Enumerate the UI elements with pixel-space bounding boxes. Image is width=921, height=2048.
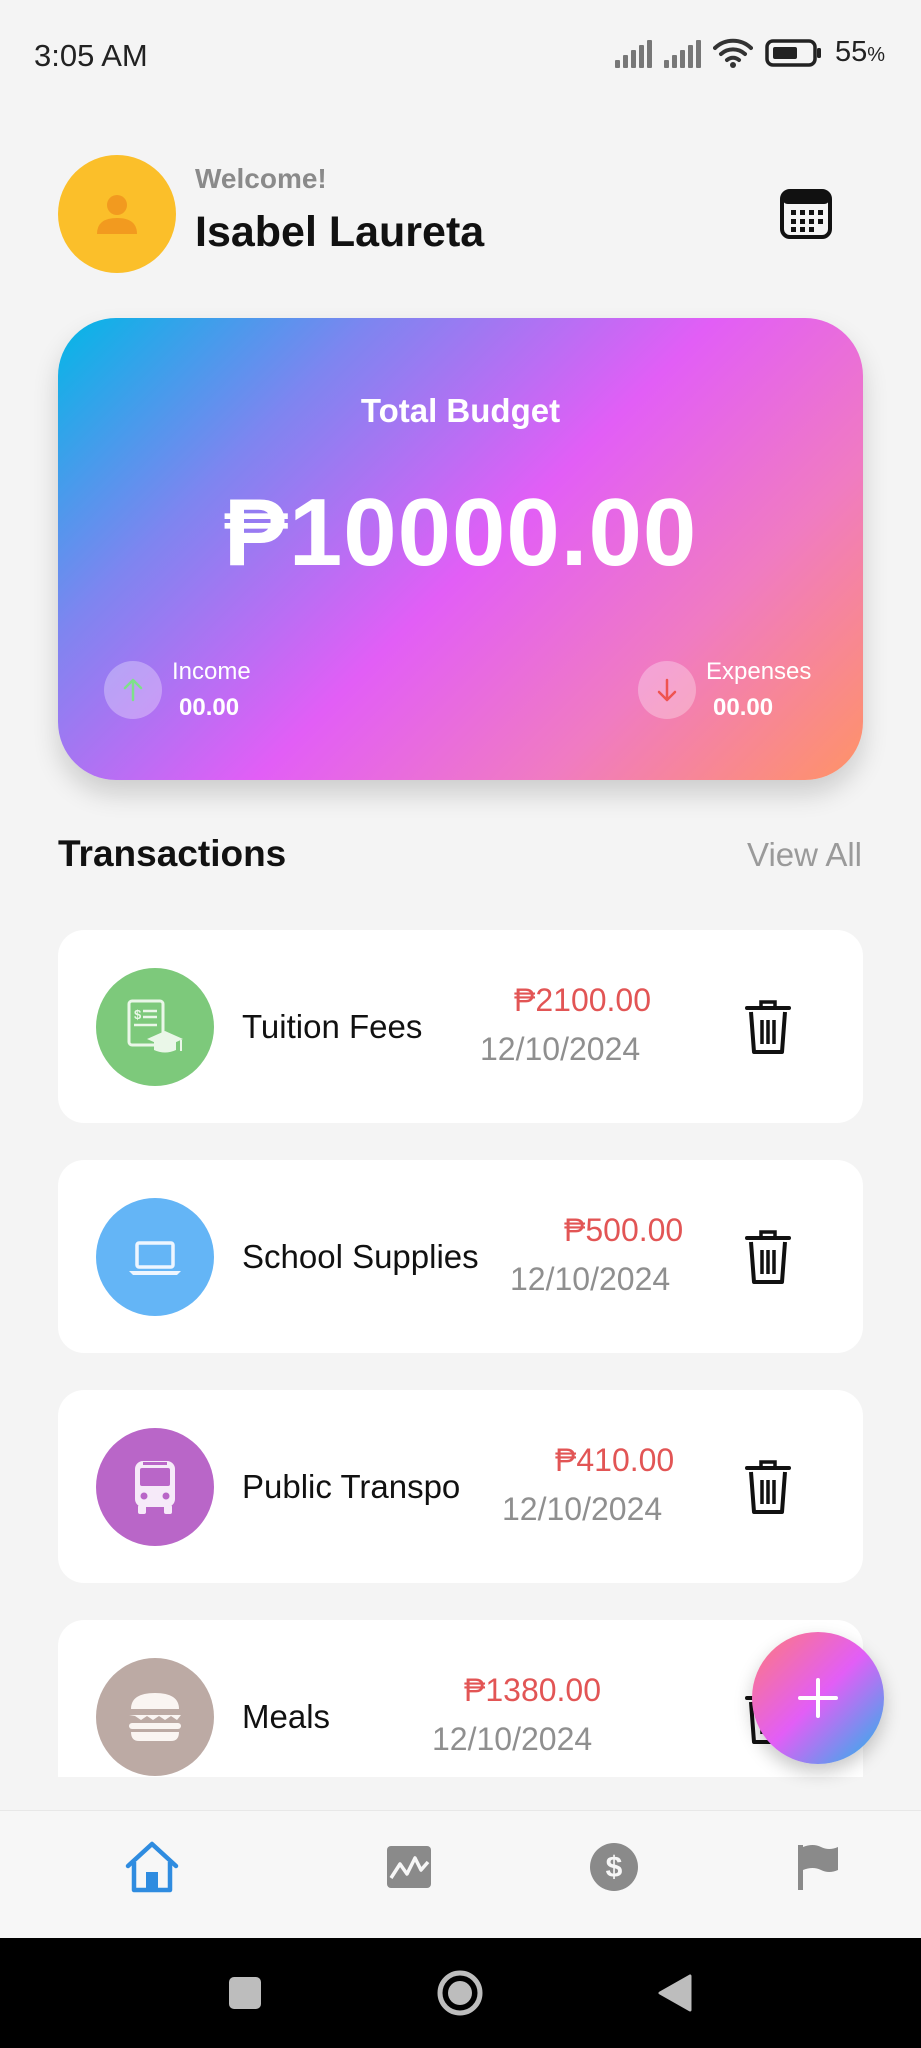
expenses-label: Expenses: [706, 658, 812, 685]
wifi-icon: [712, 38, 753, 68]
income-label: Income: [172, 658, 251, 685]
person-icon: [97, 195, 137, 234]
transaction-amount: ₱2100.00: [514, 982, 652, 1018]
transaction-amount: ₱1380.00: [464, 1672, 602, 1708]
nav-home[interactable]: [122, 1837, 182, 1897]
nav-budget[interactable]: $: [584, 1837, 644, 1897]
battery-icon: [765, 38, 821, 67]
svg-text:$: $: [134, 1007, 142, 1022]
back-button[interactable]: [650, 1968, 700, 2018]
circle-icon: [437, 1970, 483, 2016]
battery-percentage: 55%: [834, 36, 885, 68]
add-transaction-button[interactable]: [752, 1632, 884, 1764]
income-stat: Income 00.00: [104, 658, 251, 722]
app-screen: 3:05 AM 55% Welcome! Isabel Laureta Tota…: [0, 0, 921, 2048]
chart-icon: [387, 1846, 431, 1888]
recents-button[interactable]: [220, 1968, 270, 2018]
transaction-card[interactable]: $ Tuition Fees ₱2100.00 12/10/2024: [58, 930, 863, 1123]
budget-card: Total Budget ₱10000.00 Income 00.00 Expe…: [58, 318, 863, 780]
transaction-card[interactable]: School Supplies ₱500.00 12/10/2024: [58, 1160, 863, 1353]
transaction-name: Meals: [242, 1698, 331, 1735]
income-arrow-icon: [104, 661, 162, 719]
expenses-value: 00.00: [713, 694, 774, 721]
burger-icon: [96, 1658, 214, 1776]
user-name: Isabel Laureta: [195, 208, 485, 256]
square-icon: [229, 1977, 261, 2009]
expenses-arrow-icon: [638, 661, 696, 719]
status-time: 3:05 AM: [34, 38, 148, 73]
budget-amount: ₱10000.00: [223, 479, 698, 586]
transaction-amount: ₱500.00: [564, 1212, 684, 1248]
income-value: 00.00: [179, 694, 240, 721]
transaction-date: 12/10/2024: [502, 1491, 663, 1527]
transactions-title: Transactions: [58, 833, 287, 874]
transaction-name: Tuition Fees: [242, 1008, 423, 1045]
bottom-navigation: $: [0, 1810, 921, 1938]
welcome-text: Welcome!: [195, 163, 327, 194]
system-navigation-bar: [0, 1938, 921, 2048]
bus-icon: [96, 1428, 214, 1546]
avatar[interactable]: [58, 155, 176, 273]
dollar-icon: $: [590, 1843, 638, 1891]
transaction-name: School Supplies: [242, 1238, 479, 1275]
transaction-date: 12/10/2024: [510, 1261, 671, 1297]
view-all-link[interactable]: View All: [747, 836, 862, 874]
transaction-card[interactable]: Public Transpo ₱410.00 12/10/2024: [58, 1390, 863, 1583]
svg-text:$: $: [606, 1851, 623, 1884]
laptop-icon: [96, 1198, 214, 1316]
trash-icon[interactable]: [743, 1228, 793, 1286]
signal-icon: [614, 38, 652, 68]
transaction-name: Public Transpo: [242, 1468, 461, 1505]
triangle-back-icon: [658, 1974, 692, 2012]
signal-icon: [663, 38, 701, 68]
budget-label: Total Budget: [360, 392, 561, 429]
status-bar: 3:05 AM 55%: [0, 0, 921, 112]
home-system-button[interactable]: [435, 1968, 485, 2018]
trash-icon[interactable]: [743, 998, 793, 1056]
plus-icon: [798, 1678, 838, 1718]
transaction-date: 12/10/2024: [480, 1031, 641, 1067]
transaction-amount: ₱410.00: [555, 1442, 675, 1478]
nav-statistics[interactable]: [379, 1837, 439, 1897]
home-icon: [125, 1841, 179, 1893]
calendar-icon[interactable]: [778, 185, 834, 241]
trash-icon[interactable]: [743, 1458, 793, 1516]
tuition-icon: $: [96, 968, 214, 1086]
expenses-stat: Expenses 00.00: [638, 658, 811, 722]
transaction-list[interactable]: $ Tuition Fees ₱2100.00 12/10/2024 Schoo…: [58, 930, 863, 1777]
status-icons: 55%: [614, 36, 885, 69]
transaction-date: 12/10/2024: [432, 1721, 593, 1757]
flag-icon: [798, 1845, 838, 1890]
transaction-card[interactable]: Meals ₱1380.00 12/10/2024: [58, 1620, 863, 1777]
nav-goals[interactable]: [788, 1837, 848, 1897]
